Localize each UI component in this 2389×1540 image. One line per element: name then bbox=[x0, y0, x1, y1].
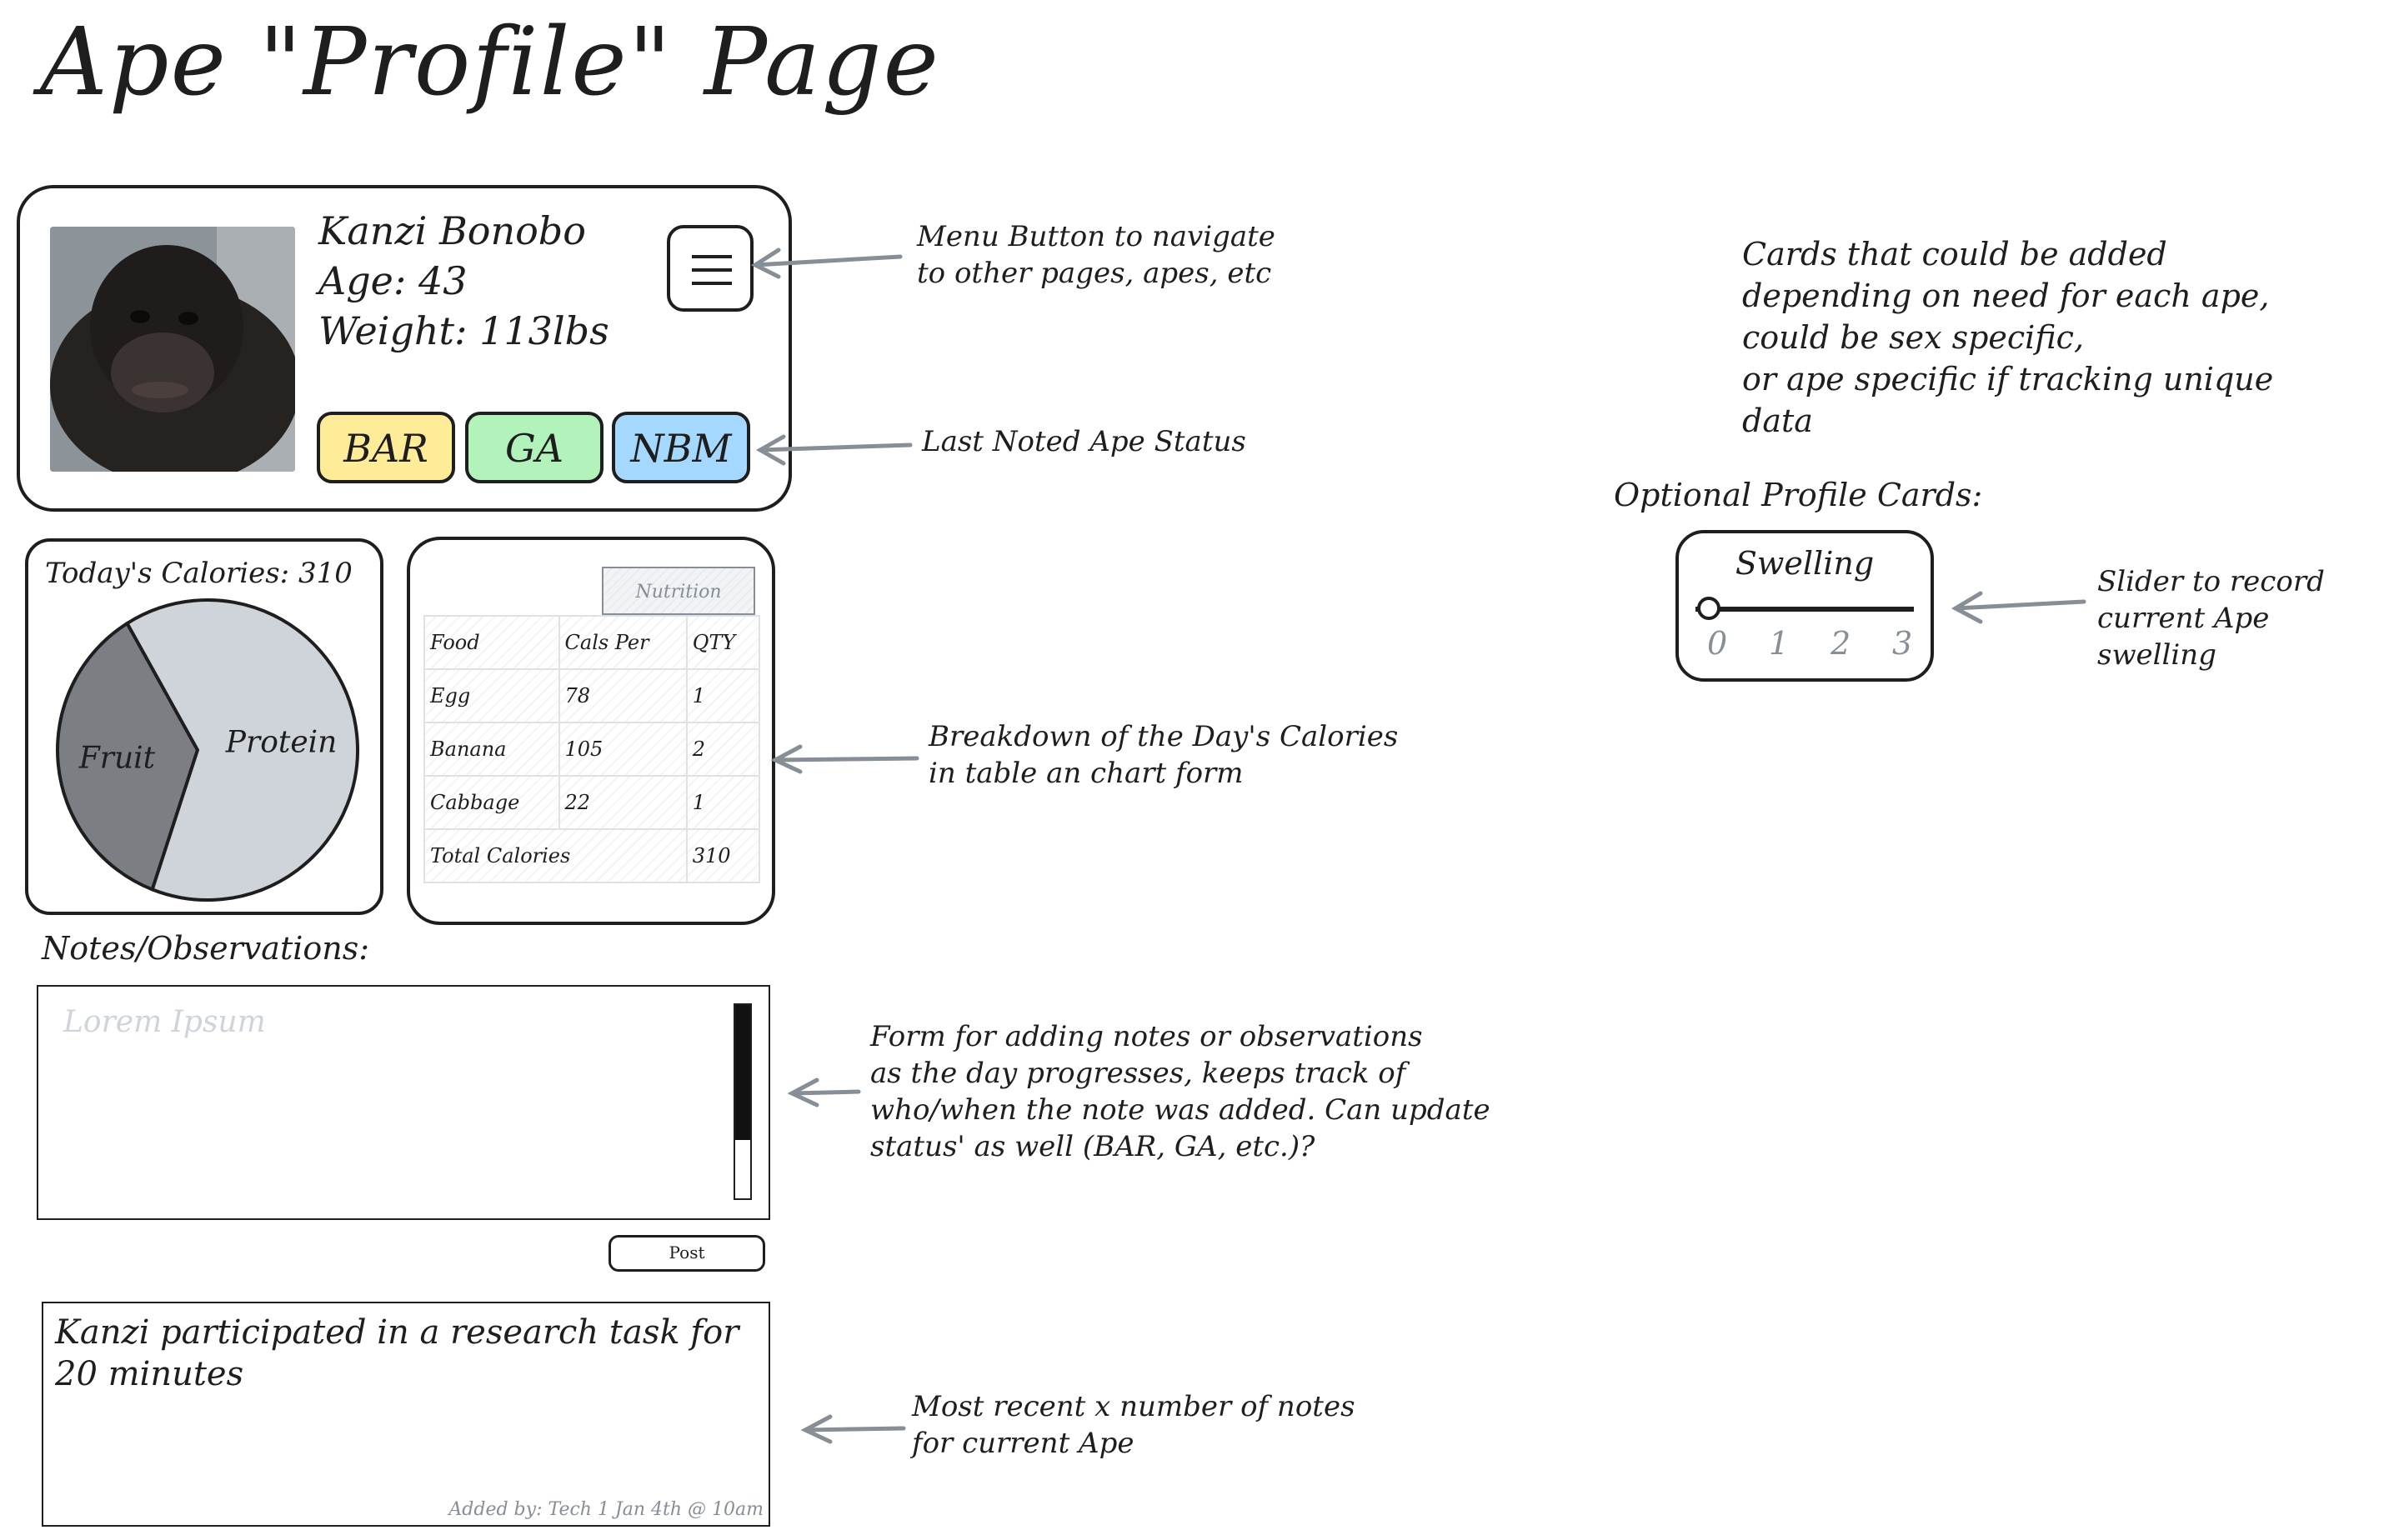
annotation-arrows bbox=[750, 248, 2086, 1444]
arrow-recent bbox=[803, 1426, 906, 1432]
arrow-form bbox=[789, 1089, 861, 1096]
arrow-status bbox=[758, 442, 913, 452]
arrow-slider bbox=[1953, 599, 2086, 611]
arrow-breakdown bbox=[773, 756, 919, 762]
arrow-menu bbox=[753, 254, 903, 268]
